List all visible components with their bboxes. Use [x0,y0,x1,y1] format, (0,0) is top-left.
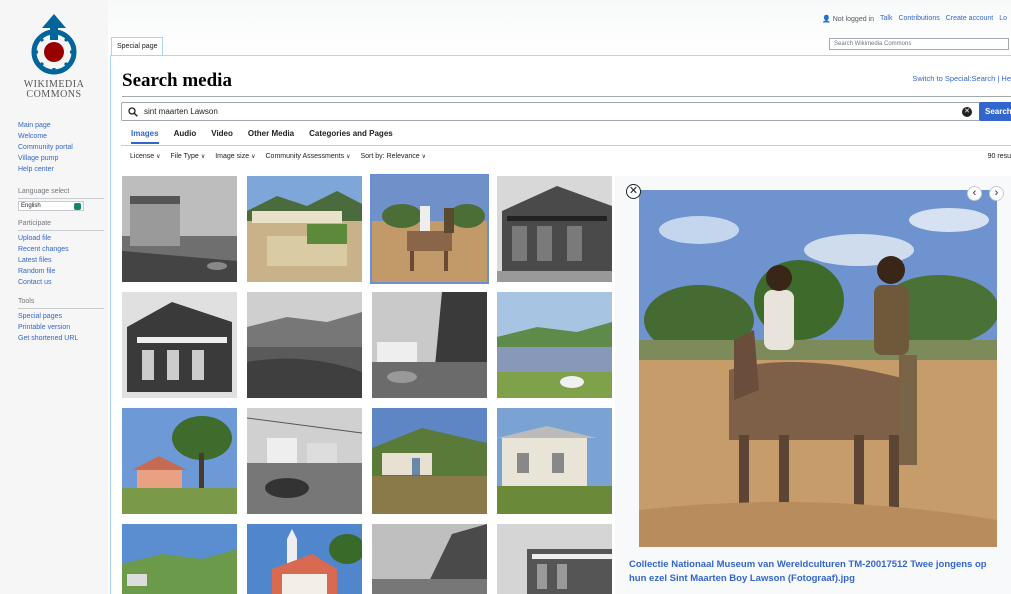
filter-sort-by-label: Sort by: Relevance [360,153,420,160]
not-logged-in-label: Not logged in [832,16,875,23]
result-thumbnail[interactable] [247,292,362,398]
sidebar-item-main-page[interactable]: Main page [18,120,104,131]
sidebar-item-printable-version[interactable]: Printable version [18,322,104,333]
result-thumbnail[interactable] [372,408,487,514]
result-thumbnail[interactable] [247,176,362,282]
result-thumbnail[interactable] [122,292,237,398]
wikimedia-commons-logo[interactable]: WIKIMEDIA COMMONS [18,10,90,118]
tools-heading: Tools [18,296,104,309]
user-links: 👤 Not logged in Talk Contributions Creat… [822,15,1007,23]
result-thumbnail[interactable] [497,292,612,398]
user-icon: 👤 [822,16,831,23]
filter-license-label: License [130,153,155,160]
detail-image[interactable] [639,190,997,547]
title-divider [122,96,1011,97]
chevron-down-icon: ∨ [421,154,427,160]
filter-file-type[interactable]: File Type ∨ [171,153,206,160]
tab-other-media[interactable]: Other Media [248,129,294,144]
results-grid [122,174,612,594]
sidebar-item-upload-file[interactable]: Upload file [18,233,104,244]
result-thumbnail[interactable] [497,408,612,514]
filter-image-size[interactable]: Image size ∨ [215,153,255,160]
tab-images[interactable]: Images [131,129,159,144]
media-detail-panel: ✕ ‹ › Collectie Nationaal Museum van Wer… [615,176,1011,594]
page-title: Search media [122,70,232,91]
chevron-down-icon: ∨ [346,154,351,160]
results-count: 90 resu [987,153,1011,160]
user-status: 👤 Not logged in [822,15,874,23]
sidebar-item-welcome[interactable]: Welcome [18,131,104,142]
sidebar-item-latest-files[interactable]: Latest files [18,255,104,266]
filter-image-size-label: Image size [215,153,250,160]
search-query-value: sint maarten Lawson [144,107,218,116]
logo-text-line2: COMMONS [26,89,82,100]
chevron-down-icon: ∨ [251,154,256,160]
filter-sort-by[interactable]: Sort by: Relevance ∨ [361,153,427,160]
close-icon[interactable]: ✕ [626,184,641,199]
search-input[interactable]: sint maarten Lawson ✕ [121,102,981,121]
language-value: English [21,203,41,209]
switch-to-special-search-link[interactable]: Switch to Special:Search | He [912,74,1011,83]
language-select[interactable]: English [18,201,84,211]
result-thumbnail[interactable] [122,524,237,594]
result-thumbnail[interactable] [247,408,362,514]
tab-categories-and-pages[interactable]: Categories and Pages [309,129,393,144]
sidebar-item-special-pages[interactable]: Special pages [18,311,104,322]
result-thumbnail[interactable] [247,524,362,594]
result-thumbnail[interactable] [372,292,487,398]
top-bar: 👤 Not logged in Talk Contributions Creat… [108,0,1011,55]
chevron-right-icon[interactable]: › [989,186,1004,201]
main-content: Search media Switch to Special:Search | … [110,55,1011,594]
tab-special-page[interactable]: Special page [111,37,164,55]
chevron-down-icon: ∨ [156,154,161,160]
filter-file-type-label: File Type [170,153,199,160]
tabs-divider [121,145,1011,146]
contributions-link[interactable]: Contributions [898,15,939,23]
filter-community-assessments-label: Community Assessments [265,153,345,160]
commons-logo-icon [31,14,77,75]
sidebar: WIKIMEDIA COMMONS Main page Welcome Comm… [0,0,108,594]
sidebar-tools: Tools Special pages Printable version Ge… [18,296,104,344]
sidebar-item-community-portal[interactable]: Community portal [18,142,104,153]
sidebar-item-recent-changes[interactable]: Recent changes [18,244,104,255]
filter-bar: License ∨ File Type ∨ Image size ∨ Communit… [130,153,426,160]
chevron-left-icon[interactable]: ‹ [967,186,982,201]
talk-link[interactable]: Talk [880,15,892,23]
sidebar-item-shortened-url[interactable]: Get shortened URL [18,333,104,344]
search-icon [128,107,138,117]
result-thumbnail[interactable] [122,176,237,282]
result-thumbnail[interactable] [497,524,612,594]
login-link[interactable]: Lo [999,15,1007,23]
result-thumbnail[interactable] [122,408,237,514]
sidebar-item-contact-us[interactable]: Contact us [18,277,104,288]
result-thumbnail-selected[interactable] [370,174,489,284]
sidebar-item-help-center[interactable]: Help center [18,164,104,175]
filter-community-assessments[interactable]: Community Assessments ∨ [266,153,351,160]
top-search-input[interactable]: Search Wikimedia Commons [829,38,1009,50]
result-thumbnail[interactable] [372,524,487,594]
sidebar-item-village-pump[interactable]: Village pump [18,153,104,164]
chevron-down-icon: ∨ [200,154,206,160]
participate-heading: Participate [18,218,104,231]
detail-file-title-link[interactable]: Collectie Nationaal Museum van Wereldcul… [629,558,1001,586]
sidebar-main-nav: Main page Welcome Community portal Villa… [18,120,104,175]
filter-license[interactable]: License ∨ [130,153,161,160]
sidebar-participate: Participate Upload file Recent changes L… [18,218,104,288]
language-settings-icon[interactable] [74,202,81,210]
sidebar-language: Language select English [18,186,104,211]
clear-search-icon[interactable]: ✕ [962,107,972,117]
media-type-tabs: Images Audio Video Other Media Categorie… [131,129,393,144]
language-heading: Language select [18,186,104,199]
result-thumbnail[interactable] [497,176,612,282]
tab-audio[interactable]: Audio [174,129,197,144]
create-account-link[interactable]: Create account [946,15,993,23]
search-button[interactable]: Search [979,102,1011,121]
tab-video[interactable]: Video [211,129,233,144]
sidebar-item-random-file[interactable]: Random file [18,266,104,277]
